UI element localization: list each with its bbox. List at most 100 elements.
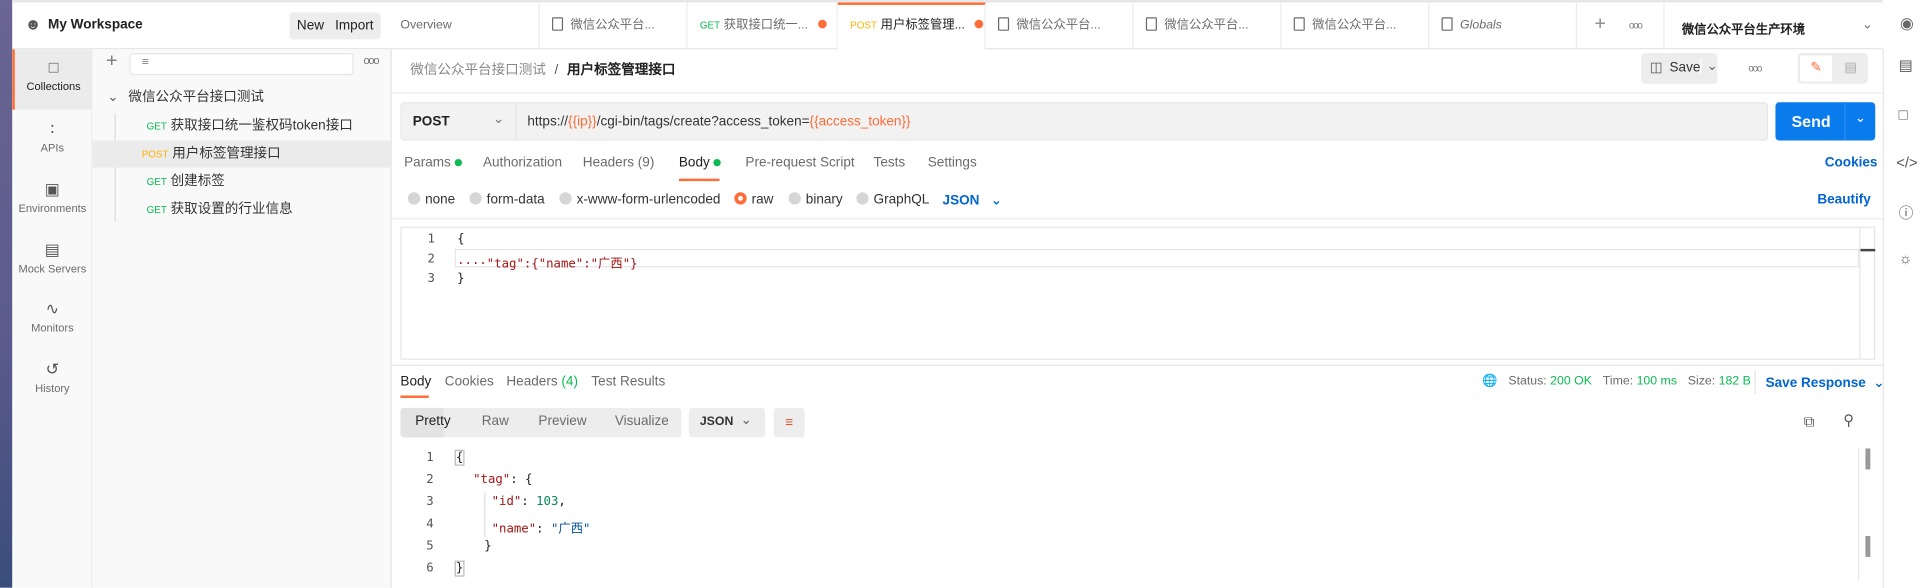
workspace-title[interactable]: My Workspace bbox=[48, 17, 143, 32]
radio-graphql[interactable]: GraphQL bbox=[856, 192, 929, 207]
nav-collections[interactable]: □ Collections bbox=[12, 49, 93, 110]
response-format-select[interactable]: JSON ⌄ bbox=[688, 407, 766, 438]
list-item[interactable]: POST 用户标签管理接口 bbox=[92, 140, 392, 168]
cookies-link[interactable]: Cookies bbox=[1825, 155, 1878, 170]
scrollbar-thumb[interactable] bbox=[1865, 448, 1871, 470]
line-number: 3 bbox=[427, 272, 435, 286]
wrap-lines-icon[interactable]: ≡ bbox=[773, 407, 805, 438]
copy-icon[interactable]: ⧉ bbox=[1804, 413, 1815, 431]
tab-tests[interactable]: Tests bbox=[874, 155, 906, 170]
response-tab-body[interactable]: Body bbox=[400, 375, 431, 390]
size-label: Size: bbox=[1687, 374, 1716, 389]
scrollbar-track[interactable] bbox=[1859, 227, 1861, 359]
globe-lock-icon[interactable]: 🌐 bbox=[1482, 375, 1497, 389]
tab-request[interactable]: 微信公众平台... bbox=[1134, 2, 1282, 50]
tab-request[interactable]: 微信公众平台... bbox=[540, 2, 688, 50]
method-select[interactable]: POST ⌄ bbox=[402, 103, 517, 140]
breadcrumb-separator: / bbox=[554, 62, 559, 78]
chevron-down-icon[interactable]: ⌄ bbox=[1844, 102, 1875, 141]
size-value[interactable]: 182 B bbox=[1719, 375, 1751, 389]
response-tab-cookies[interactable]: Cookies bbox=[445, 375, 494, 390]
tab-request[interactable]: GET 获取接口统一... bbox=[688, 2, 838, 50]
nav-mock-servers[interactable]: ▤ Mock Servers bbox=[12, 232, 92, 292]
comment-icon[interactable]: ▤ bbox=[1837, 55, 1864, 81]
active-tab-underline bbox=[400, 395, 429, 398]
add-collection-icon[interactable]: + bbox=[106, 51, 118, 73]
import-button[interactable]: Import bbox=[327, 12, 381, 40]
more-icon[interactable]: ooo bbox=[363, 54, 379, 66]
tab-request-active[interactable]: POST 用户标签管理... bbox=[837, 2, 986, 50]
save-button[interactable]: ◫ Save ⌄ bbox=[1641, 52, 1718, 84]
radio-none[interactable]: none bbox=[407, 192, 455, 207]
time-value[interactable]: 100 ms bbox=[1637, 375, 1677, 389]
scrollbar-track[interactable] bbox=[1858, 447, 1860, 581]
save-response-button[interactable]: Save Response ⌄ bbox=[1766, 375, 1885, 391]
view-visualize[interactable]: Visualize bbox=[615, 414, 669, 429]
tab-request[interactable]: 微信公众平台... bbox=[1281, 2, 1430, 50]
method-badge: POST bbox=[850, 19, 877, 31]
view-pretty[interactable]: Pretty bbox=[415, 414, 450, 429]
more-icon[interactable]: ooo bbox=[1748, 63, 1762, 74]
environment-name: 微信公众平台生产环境 bbox=[1681, 23, 1806, 37]
new-button[interactable]: New bbox=[289, 12, 332, 40]
more-tabs-icon[interactable]: ooo bbox=[1629, 20, 1643, 31]
breadcrumb-current[interactable]: 用户标签管理接口 bbox=[567, 63, 675, 78]
breadcrumb-parent[interactable]: 微信公众平台接口测试 bbox=[410, 63, 546, 78]
code-icon[interactable]: </> bbox=[1896, 154, 1917, 171]
collection-folder[interactable]: ⌄ 微信公众平台接口测试 bbox=[92, 84, 391, 111]
url-input[interactable]: https://{{ip}}/cgi-bin/tags/create?acces… bbox=[527, 115, 910, 130]
new-tab-icon[interactable]: + bbox=[1594, 14, 1606, 36]
edit-icon[interactable]: ✎ bbox=[1800, 55, 1833, 82]
tab-pre-request-script[interactable]: Pre-request Script bbox=[745, 155, 854, 170]
nav-history[interactable]: ↺ History bbox=[12, 351, 92, 411]
radio-form-data[interactable]: form-data bbox=[469, 192, 545, 207]
view-preview[interactable]: Preview bbox=[538, 414, 586, 429]
scrollbar-thumb[interactable] bbox=[1860, 248, 1876, 252]
nav-monitors[interactable]: ∿ Monitors bbox=[12, 291, 92, 351]
response-body-viewer[interactable]: 1 2 3 4 5 6 { "tag": { "id": 103, "name"… bbox=[400, 447, 1875, 583]
tab-headers[interactable]: Headers (9) bbox=[583, 155, 655, 170]
environment-select[interactable]: 微信公众平台生产环境 ⌄ bbox=[1663, 2, 1882, 50]
line-number: 1 bbox=[427, 232, 435, 247]
chevron-down-icon[interactable]: ⌄ bbox=[1700, 57, 1718, 74]
format-select[interactable]: JSON ⌄ bbox=[943, 192, 1002, 208]
comments-icon[interactable]: □ bbox=[1899, 106, 1908, 123]
status-value[interactable]: 200 OK bbox=[1550, 375, 1592, 389]
documentation-icon[interactable]: ▤ bbox=[1899, 57, 1913, 74]
tab-globals[interactable]: Globals bbox=[1429, 2, 1578, 50]
tab-settings[interactable]: Settings bbox=[928, 155, 977, 170]
response-tab-headers[interactable]: Headers (4) bbox=[506, 375, 578, 390]
response-tab-test-results[interactable]: Test Results bbox=[591, 375, 665, 390]
filter-input[interactable]: ≡ bbox=[129, 52, 354, 76]
radio-urlencoded[interactable]: x-www-form-urlencoded bbox=[559, 192, 720, 207]
tab-bar: Overview 微信公众平台... GET 获取接口统一... POST 用户标签… bbox=[391, 0, 1883, 50]
collection-icon: □ bbox=[48, 57, 59, 77]
line-number: 4 bbox=[426, 517, 434, 532]
request-name: 用户标签管理接口 bbox=[172, 146, 281, 162]
scrollbar-thumb[interactable] bbox=[1865, 535, 1871, 557]
url-variable: {{access_token}} bbox=[809, 114, 911, 130]
nav-apis[interactable]: ∶ APIs bbox=[12, 111, 92, 171]
radio-binary[interactable]: binary bbox=[788, 192, 843, 207]
tab-body[interactable]: Body bbox=[679, 155, 721, 170]
tab-authorization[interactable]: Authorization bbox=[483, 155, 562, 170]
beautify-link[interactable]: Beautify bbox=[1817, 192, 1870, 207]
search-icon[interactable]: ⚲ bbox=[1843, 412, 1854, 429]
send-button[interactable]: Send ⌄ bbox=[1775, 102, 1876, 141]
tab-overview[interactable]: Overview bbox=[392, 2, 540, 50]
radio-label: x-www-form-urlencoded bbox=[576, 192, 721, 207]
nav-environments[interactable]: ▣ Environments bbox=[12, 171, 92, 231]
radio-raw[interactable]: raw bbox=[734, 192, 773, 207]
lightbulb-icon[interactable]: ☼ bbox=[1899, 250, 1913, 267]
list-item[interactable]: GET 获取设置的行业信息 bbox=[92, 196, 391, 223]
tab-params[interactable]: Params bbox=[404, 155, 462, 170]
list-item[interactable]: GET 创建标签 bbox=[92, 168, 391, 195]
list-item[interactable]: GET 获取接口统一鉴权码token接口 bbox=[92, 112, 391, 139]
info-icon[interactable]: ⓘ bbox=[1899, 202, 1914, 223]
chevron-down-icon: ⌄ bbox=[1873, 375, 1885, 391]
eye-icon[interactable]: ◉ bbox=[1900, 14, 1914, 34]
request-body-editor[interactable]: 1 2 3 { ····"tag":{"name":"广西"} } bbox=[400, 226, 1876, 360]
view-raw[interactable]: Raw bbox=[482, 414, 509, 429]
document-icon bbox=[1293, 17, 1305, 31]
tab-request[interactable]: 微信公众平台... bbox=[986, 2, 1134, 50]
